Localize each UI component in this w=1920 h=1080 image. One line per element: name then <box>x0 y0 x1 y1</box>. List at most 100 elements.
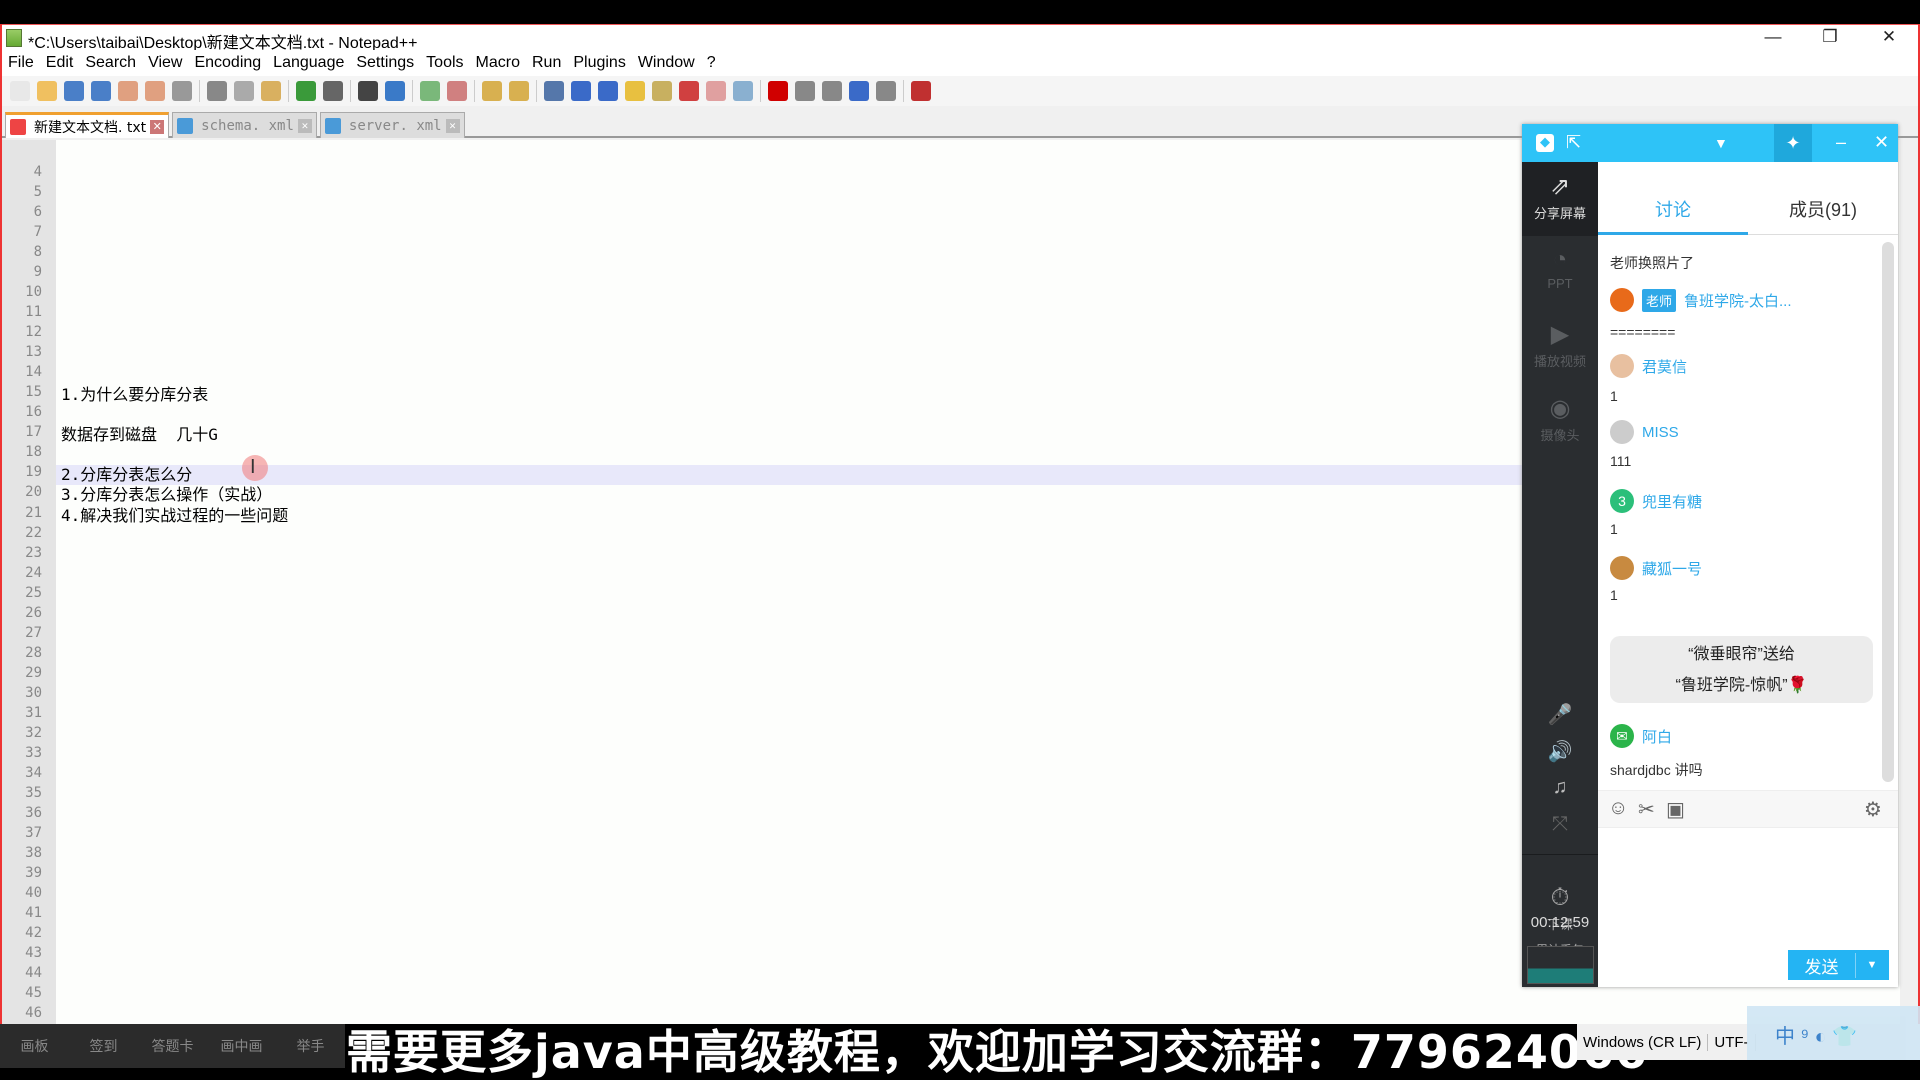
menu-file[interactable]: File <box>2 50 40 72</box>
send-button[interactable]: 发送 ▼ <box>1788 950 1889 980</box>
menu-plugins[interactable]: Plugins <box>567 50 631 72</box>
print-icon[interactable] <box>172 81 192 101</box>
tab-discussion[interactable]: 讨论 <box>1598 196 1748 222</box>
cut-icon[interactable] <box>207 81 227 101</box>
tool-3[interactable]: 画中画 <box>207 1036 276 1056</box>
menu-language[interactable]: Language <box>267 50 350 72</box>
camera-icon: ◉ <box>1549 395 1571 422</box>
restore-button[interactable]: ❐ <box>1815 27 1845 47</box>
sidebar-item-ppt[interactable]: ◔ PPT <box>1522 236 1598 310</box>
open-file-icon[interactable] <box>37 81 57 101</box>
indent-guide-icon[interactable] <box>598 81 618 101</box>
eol-format[interactable]: Windows (CR LF) <box>1577 1033 1709 1051</box>
author-name[interactable]: MISS <box>1642 424 1679 441</box>
play-macro-icon[interactable] <box>822 81 842 101</box>
sidebar-item-share-screen[interactable]: ⇗ 分享屏幕 <box>1522 162 1598 236</box>
user-avatar <box>1610 556 1634 580</box>
sync-vertical-icon[interactable] <box>482 81 502 101</box>
tool-1[interactable]: 签到 <box>69 1036 138 1056</box>
minimize-icon[interactable]: – <box>1836 132 1846 153</box>
sidebar-item-play-video[interactable]: ▶ 播放视频 <box>1522 310 1598 384</box>
zoom-out-icon[interactable] <box>447 81 467 101</box>
record-macro-icon[interactable] <box>768 81 788 101</box>
menu-view[interactable]: View <box>142 50 188 72</box>
tab-members[interactable]: 成员(91) <box>1748 196 1898 222</box>
spell-check-icon[interactable] <box>911 81 931 101</box>
zoom-in-icon[interactable] <box>420 81 440 101</box>
undo-icon[interactable] <box>296 81 316 101</box>
scissors-icon[interactable]: ✂ <box>1638 797 1655 822</box>
music-icon[interactable]: ♫ <box>1522 776 1598 799</box>
author-name[interactable]: 鲁班学院-太白... <box>1684 290 1792 311</box>
message-input[interactable] <box>1598 830 1898 940</box>
tab-close-icon[interactable]: ✕ <box>445 118 460 133</box>
doc-map-icon[interactable] <box>652 81 672 101</box>
speaker-icon[interactable]: 🔊 <box>1522 739 1598 764</box>
chat-scrollbar[interactable] <box>1882 242 1894 782</box>
new-file-icon[interactable] <box>10 81 30 101</box>
redo-icon[interactable] <box>323 81 343 101</box>
close-all-icon[interactable] <box>145 81 165 101</box>
menu-run[interactable]: Run <box>526 50 567 72</box>
copy-icon[interactable] <box>234 81 254 101</box>
menu-edit[interactable]: Edit <box>40 50 80 72</box>
editor-scrollbar[interactable] <box>1900 140 1918 1024</box>
menu-help[interactable]: ? <box>701 50 722 72</box>
image-icon[interactable]: ▣ <box>1666 797 1685 822</box>
pin-icon[interactable]: ✦ <box>1774 124 1812 162</box>
save-icon[interactable] <box>64 81 84 101</box>
line-number: 34 <box>25 764 42 781</box>
sidebar-item-camera[interactable]: ◉ 摄像头 <box>1522 384 1598 458</box>
word-wrap-icon[interactable] <box>544 81 564 101</box>
author-name[interactable]: 藏狐一号 <box>1642 558 1702 579</box>
send-label[interactable]: 发送 <box>1788 952 1856 978</box>
ime-toolbar[interactable]: 中 ⁹ ◐ 👕 <box>1747 1006 1920 1060</box>
menu-window[interactable]: Window <box>632 50 701 72</box>
replace-icon[interactable] <box>385 81 405 101</box>
author-name[interactable]: 兜里有糖 <box>1642 491 1702 512</box>
tab-0[interactable]: 新建文本文档. txt ✕ <box>5 112 170 138</box>
microphone-icon[interactable]: 🎤 <box>1522 702 1598 727</box>
close-button[interactable]: ✕ <box>1874 27 1904 47</box>
sidebar-divider <box>1522 854 1598 855</box>
panel-sidebar: ⇗分享屏幕◔PPT▶播放视频◉摄像头🎤🔊♫⤧⏱下课00:12:59累计丢包0资源… <box>1522 162 1598 987</box>
author-name[interactable]: 君莫信 <box>1642 356 1687 377</box>
author-name[interactable]: 阿白 <box>1642 726 1672 747</box>
stop-record-icon[interactable] <box>795 81 815 101</box>
monitoring-icon[interactable] <box>733 81 753 101</box>
tab-2[interactable]: server. xml ✕ <box>319 112 465 138</box>
send-options-icon[interactable]: ▼ <box>1856 959 1888 971</box>
udl-icon[interactable] <box>625 81 645 101</box>
fullscreen-icon[interactable]: ⤧ <box>1522 813 1598 836</box>
menu-settings[interactable]: Settings <box>350 50 420 72</box>
tab-close-icon[interactable]: ✕ <box>150 119 165 134</box>
tab-1[interactable]: schema. xml ✕ <box>172 112 317 138</box>
menu-encoding[interactable]: Encoding <box>188 50 267 72</box>
line-number: 44 <box>25 965 42 982</box>
save-macro-icon[interactable] <box>876 81 896 101</box>
settings-icon[interactable]: ⚙ <box>1864 797 1882 822</box>
share-out-icon[interactable]: ⇱ <box>1566 132 1581 153</box>
folder-workspace-icon[interactable] <box>706 81 726 101</box>
close-icon[interactable]: ✕ <box>1874 132 1889 153</box>
line-number: 25 <box>25 584 42 601</box>
dropdown-icon[interactable]: ▼ <box>1714 135 1728 151</box>
tool-4[interactable]: 举手 <box>276 1036 345 1056</box>
run-macro-multiple-icon[interactable] <box>849 81 869 101</box>
tab-close-icon[interactable]: ✕ <box>297 118 312 133</box>
close-icon[interactable] <box>118 81 138 101</box>
menu-tools[interactable]: Tools <box>420 50 469 72</box>
find-icon[interactable] <box>358 81 378 101</box>
menu-search[interactable]: Search <box>79 50 142 72</box>
save-all-icon[interactable] <box>91 81 111 101</box>
tool-0[interactable]: 画板 <box>0 1036 69 1056</box>
emoji-icon[interactable]: ☺ <box>1608 797 1628 820</box>
function-list-icon[interactable] <box>679 81 699 101</box>
tool-2[interactable]: 答题卡 <box>138 1036 207 1056</box>
menu-macro[interactable]: Macro <box>470 50 526 72</box>
minimize-button[interactable]: — <box>1758 27 1788 47</box>
paste-icon[interactable] <box>261 81 281 101</box>
show-all-chars-icon[interactable] <box>571 81 591 101</box>
line-number: 43 <box>25 945 42 962</box>
sync-horizontal-icon[interactable] <box>509 81 529 101</box>
